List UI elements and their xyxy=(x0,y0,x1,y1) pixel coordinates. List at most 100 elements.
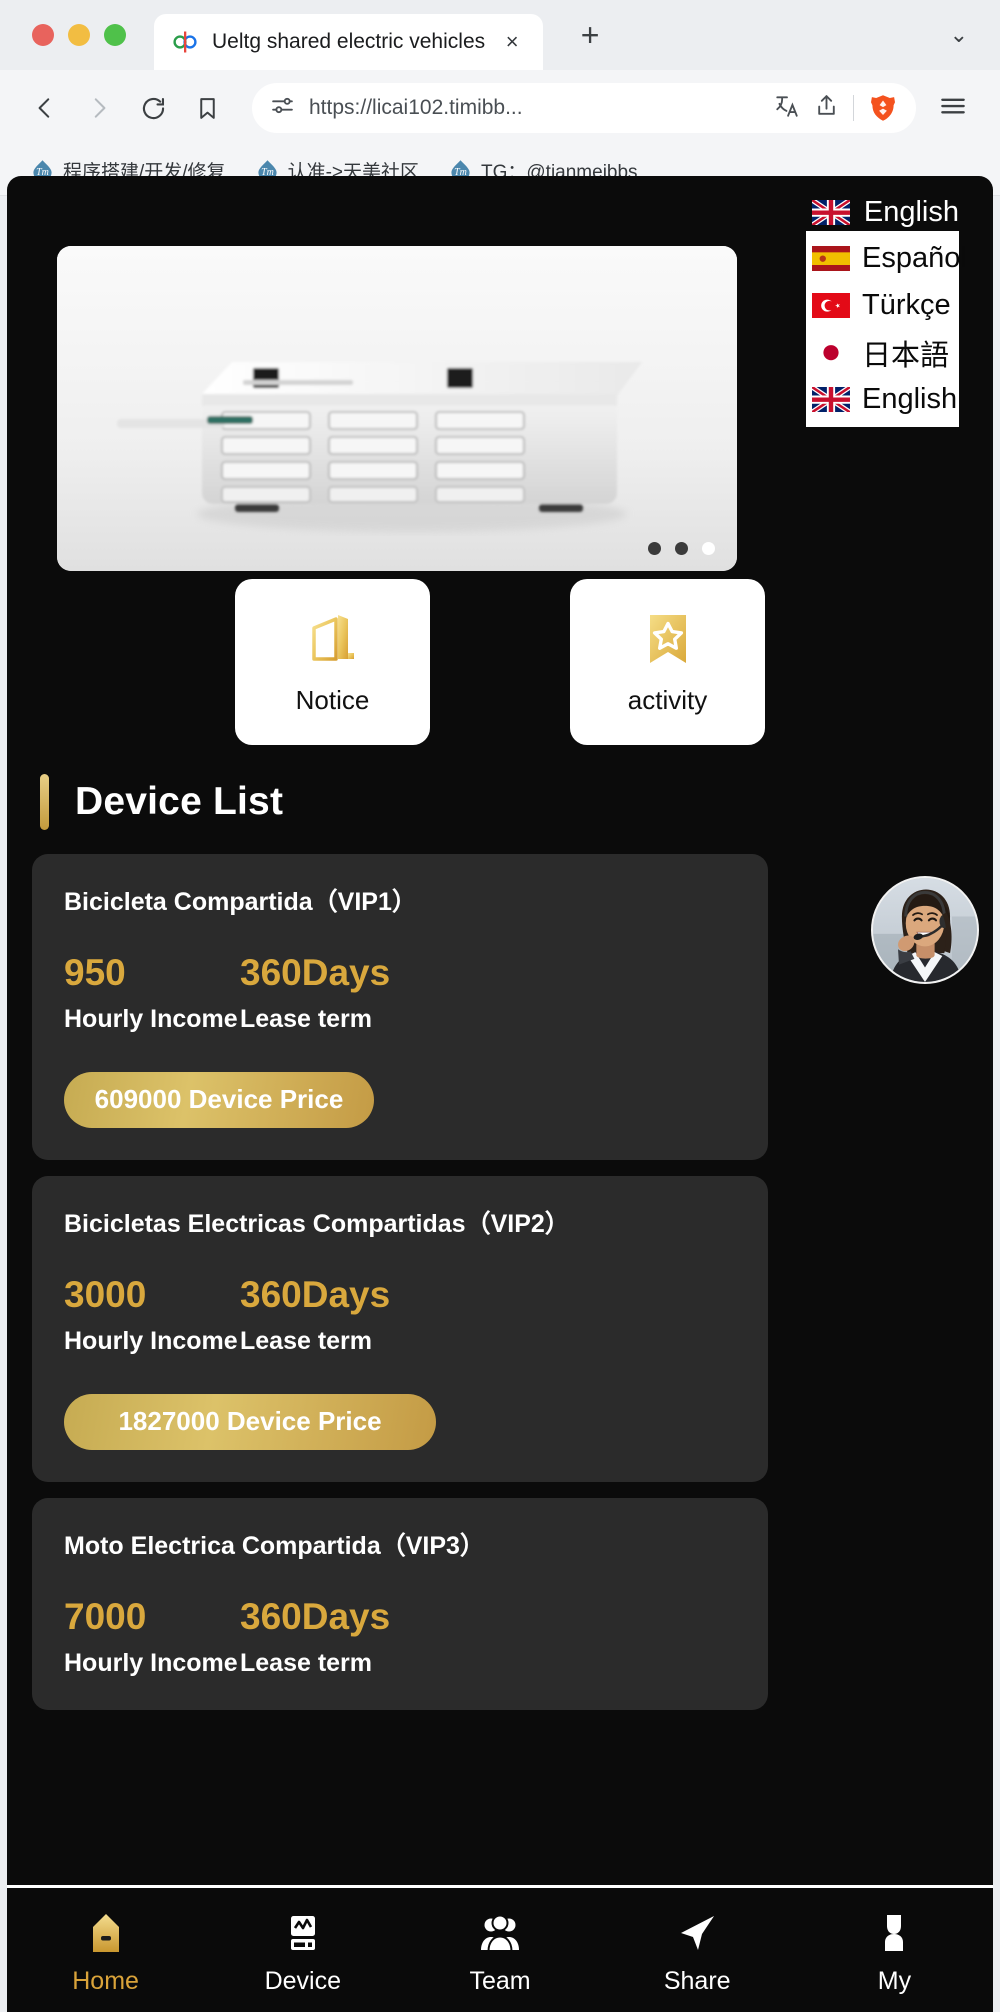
device-price-button[interactable]: 1827000 Device Price xyxy=(64,1393,436,1450)
back-arrow-icon[interactable] xyxy=(22,85,68,131)
language-option-turkce[interactable]: Türkçe xyxy=(806,282,959,329)
nav-item-home[interactable]: Home xyxy=(7,1910,204,1996)
device-card[interactable]: Bicicletas Electricas Compartidas（VIP2） … xyxy=(32,1175,768,1482)
jp-flag-icon xyxy=(812,339,850,366)
device-income-value: 3000 xyxy=(64,1273,147,1315)
brave-shields-lion-icon[interactable] xyxy=(868,93,898,123)
carousel-dot-3[interactable] xyxy=(702,542,715,555)
minimize-window-button[interactable] xyxy=(68,24,90,46)
agent-photo xyxy=(873,878,977,982)
nav-item-share[interactable]: Share xyxy=(599,1910,796,1996)
tr-flag-icon xyxy=(812,292,850,319)
share-icon[interactable] xyxy=(814,93,839,123)
notice-entry-label: Notice xyxy=(295,684,370,715)
device-stats: 3000 Hourly Income 360Days Lease term xyxy=(64,1273,736,1356)
device-stats: 7000 Hourly Income 360Days Lease term xyxy=(64,1595,736,1678)
language-option-label: English xyxy=(862,383,958,415)
activity-entry-label: activity xyxy=(627,684,708,715)
device-income-stat: 7000 Hourly Income xyxy=(64,1595,240,1678)
carousel-dot-2[interactable] xyxy=(675,542,688,555)
nav-item-device[interactable]: Device xyxy=(204,1910,401,1996)
device-income-label: Hourly Income xyxy=(64,1004,238,1033)
device-lease-value: 360Days xyxy=(240,1273,391,1315)
uk-flag-icon xyxy=(810,197,852,227)
language-option-label: Español xyxy=(862,242,967,274)
device-lease-stat: 360Days Lease term xyxy=(240,953,390,1034)
language-dropdown-menu[interactable]: Español Türkçe 日本語 English xyxy=(806,231,967,427)
tab-title: Ueltg shared electric vehicles xyxy=(212,30,486,53)
nav-item-team[interactable]: Team xyxy=(401,1910,598,1996)
device-name: Moto Electrica Compartida（VIP3） xyxy=(64,1531,485,1560)
browser-tab[interactable]: Ueltg shared electric vehicles × xyxy=(154,14,544,70)
device-income-value: 950 xyxy=(64,952,126,993)
new-tab-button[interactable]: + xyxy=(573,17,607,54)
nav-item-my[interactable]: My xyxy=(796,1910,993,1996)
language-option-label: Türkçe xyxy=(862,289,951,321)
quick-entries: Notice activity xyxy=(7,579,993,745)
device-income-label: Hourly Income xyxy=(64,1648,238,1677)
uk-flag-icon xyxy=(810,384,852,414)
language-option-label: 日本語 xyxy=(862,339,950,372)
building-icon xyxy=(302,609,364,671)
device-lease-value: 360Days xyxy=(240,1595,391,1637)
device-lease-label: Lease term xyxy=(240,1648,373,1677)
close-tab-button[interactable]: × xyxy=(499,29,525,55)
nav-label-device: Device xyxy=(264,1967,342,1995)
address-bar[interactable]: https://licai102.timibb... xyxy=(252,83,916,133)
bookmark-outline-icon[interactable] xyxy=(184,85,230,131)
language-selector-label: English xyxy=(863,196,959,228)
device-income-stat: 950 Hourly Income xyxy=(64,952,240,1034)
navigation-toolbar: https://licai102.timibb... xyxy=(0,70,1000,146)
language-option-english[interactable]: English xyxy=(806,376,959,423)
tab-strip: Ueltg shared electric vehicles × + ⌄ xyxy=(0,0,1000,70)
page-title: Device List xyxy=(75,780,284,823)
device-list: Bicicleta Compartida（VIP1） 950 Hourly In… xyxy=(32,854,768,1726)
language-option-japanese[interactable]: 日本語 xyxy=(806,329,959,376)
device-lease-stat: 360Days Lease term xyxy=(240,1595,391,1678)
language-selector[interactable]: English xyxy=(810,196,959,229)
nav-label-home: Home xyxy=(72,1967,139,1995)
reload-arrow-icon[interactable] xyxy=(130,85,176,131)
carousel-dots[interactable] xyxy=(648,542,715,555)
device-name: Bicicleta Compartida（VIP1） xyxy=(64,888,417,916)
device-price-button[interactable]: 609000 Device Price xyxy=(64,1071,374,1128)
translate-icon[interactable] xyxy=(774,93,800,124)
team-icon xyxy=(477,1910,523,1956)
forward-arrow-icon[interactable] xyxy=(76,85,122,131)
url-text[interactable]: https://licai102.timibb... xyxy=(309,96,760,120)
nav-label-share: Share xyxy=(663,1967,731,1995)
device-card[interactable]: Bicicleta Compartida（VIP1） 950 Hourly In… xyxy=(32,854,768,1160)
window-traffic-lights xyxy=(32,24,126,46)
device-stats: 950 Hourly Income 360Days Lease term xyxy=(64,952,736,1034)
language-option-espanol[interactable]: Español xyxy=(806,235,967,282)
close-window-button[interactable] xyxy=(32,24,54,46)
person-icon xyxy=(871,1910,917,1956)
chevron-down-icon[interactable]: ⌄ xyxy=(950,22,968,48)
bottom-navigation-bar: Home Device Team Share My xyxy=(7,1885,993,2012)
notice-entry-button[interactable]: Notice xyxy=(235,579,430,745)
maximize-window-button[interactable] xyxy=(104,24,126,46)
activity-entry-button[interactable]: activity xyxy=(570,579,765,745)
toolbar-divider xyxy=(853,95,854,121)
page-viewport: English Español Türkçe 日本語 English Notic… xyxy=(7,176,993,2012)
device-income-value: 7000 xyxy=(64,1595,147,1637)
device-income-label: Hourly Income xyxy=(64,1326,238,1355)
nav-label-my: My xyxy=(877,1967,912,1995)
es-flag-icon xyxy=(812,245,850,272)
link-favicon-icon xyxy=(172,29,198,55)
carousel-dot-1[interactable] xyxy=(648,542,661,555)
hamburger-menu-icon[interactable] xyxy=(938,91,978,126)
device-card[interactable]: Moto Electrica Compartida（VIP3） 7000 Hou… xyxy=(32,1497,768,1710)
device-lease-stat: 360Days Lease term xyxy=(240,1273,391,1356)
customer-service-avatar[interactable] xyxy=(871,876,979,984)
carousel-banner[interactable] xyxy=(57,246,737,571)
bookmark-star-icon xyxy=(637,609,699,671)
device-name: Bicicletas Electricas Compartidas（VIP2） xyxy=(64,1209,570,1238)
site-settings-icon[interactable] xyxy=(270,93,295,123)
device-lease-label: Lease term xyxy=(240,1326,373,1355)
device-income-stat: 3000 Hourly Income xyxy=(64,1273,240,1356)
battery-swap-station-image xyxy=(57,246,737,571)
device-lease-label: Lease term xyxy=(240,1004,373,1033)
device-list-header: Device List xyxy=(40,774,283,830)
home-icon xyxy=(83,1910,129,1956)
